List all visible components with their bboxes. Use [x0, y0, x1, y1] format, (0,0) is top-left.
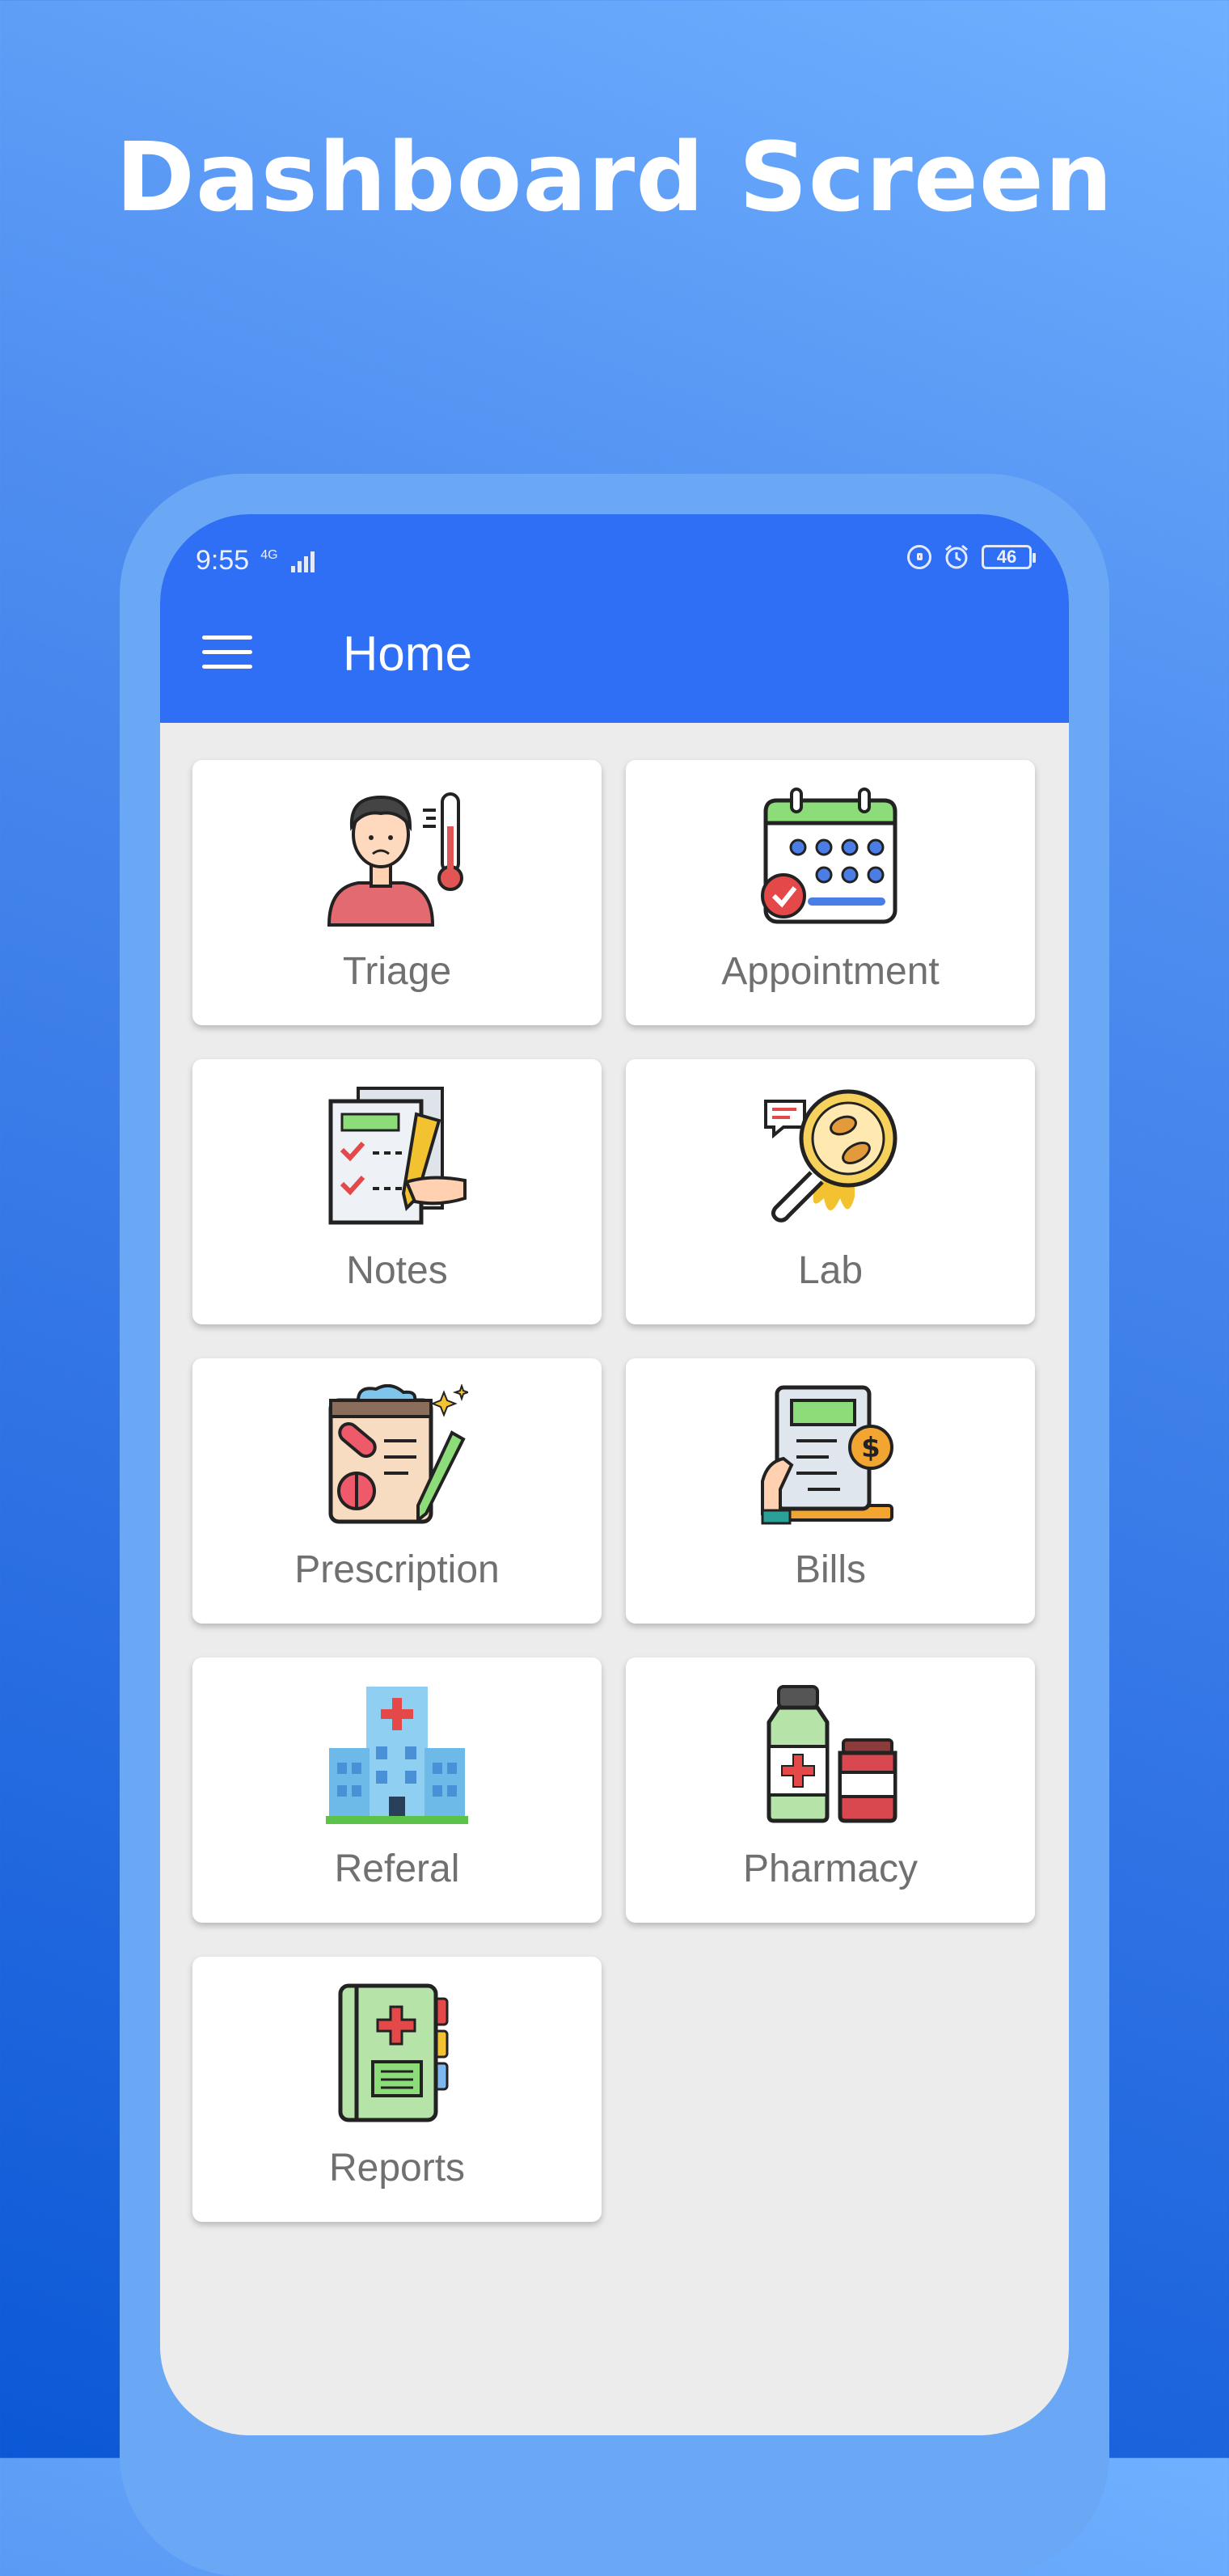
triage-card[interactable]: Triage: [192, 760, 602, 1025]
reports-label: Reports: [328, 2147, 466, 2190]
clipboard-notes-icon: [328, 1087, 467, 1225]
status-bar: 9:55 4G: [196, 545, 317, 576]
status-icons: 46: [907, 543, 1036, 571]
appointment-label: Appointment: [721, 950, 940, 993]
hospital-building-icon: [326, 1687, 468, 1824]
bills-card[interactable]: $ Bills: [626, 1358, 1035, 1624]
microscope-lens-icon: [764, 1089, 897, 1223]
referal-label: Referal: [334, 1848, 460, 1890]
prescription-icon: [328, 1384, 468, 1524]
lab-card[interactable]: Lab: [626, 1059, 1035, 1324]
signal-icon: [290, 551, 315, 572]
pharmacy-label: Pharmacy: [742, 1848, 919, 1890]
bill-receipt-icon: $: [761, 1385, 893, 1525]
notes-card[interactable]: Notes: [192, 1059, 602, 1324]
calendar-icon: [761, 788, 897, 924]
medicine-bottles-icon: [767, 1685, 897, 1823]
page-title: Home: [343, 627, 473, 681]
battery-indicator: 46: [982, 545, 1036, 569]
status-time: 9:55: [196, 545, 250, 576]
app-bar: 9:55 4G 46 Home: [160, 514, 1069, 723]
patient-thermometer-icon: [327, 792, 463, 927]
svg-text:$: $: [861, 1432, 881, 1464]
lock-rotation-icon: [907, 545, 931, 569]
hamburger-menu-button[interactable]: [202, 636, 252, 671]
lab-label: Lab: [797, 1249, 864, 1292]
notes-label: Notes: [346, 1249, 448, 1292]
reports-card[interactable]: Reports: [192, 1957, 602, 2222]
pharmacy-card[interactable]: Pharmacy: [626, 1658, 1035, 1923]
prescription-card[interactable]: Prescription: [192, 1358, 602, 1624]
appointment-card[interactable]: Appointment: [626, 760, 1035, 1025]
bills-label: Bills: [794, 1548, 866, 1591]
network-label: 4G: [260, 547, 278, 562]
phone-screen: 9:55 4G 46 Home Triage Appointment Notes…: [160, 514, 1069, 2435]
triage-label: Triage: [342, 950, 452, 993]
medical-book-icon: [338, 1983, 449, 2122]
prescription-label: Prescription: [294, 1548, 500, 1591]
alarm-icon: [945, 544, 968, 569]
referal-card[interactable]: Referal: [192, 1658, 602, 1923]
page-headline: Dashboard Screen: [116, 121, 1113, 233]
